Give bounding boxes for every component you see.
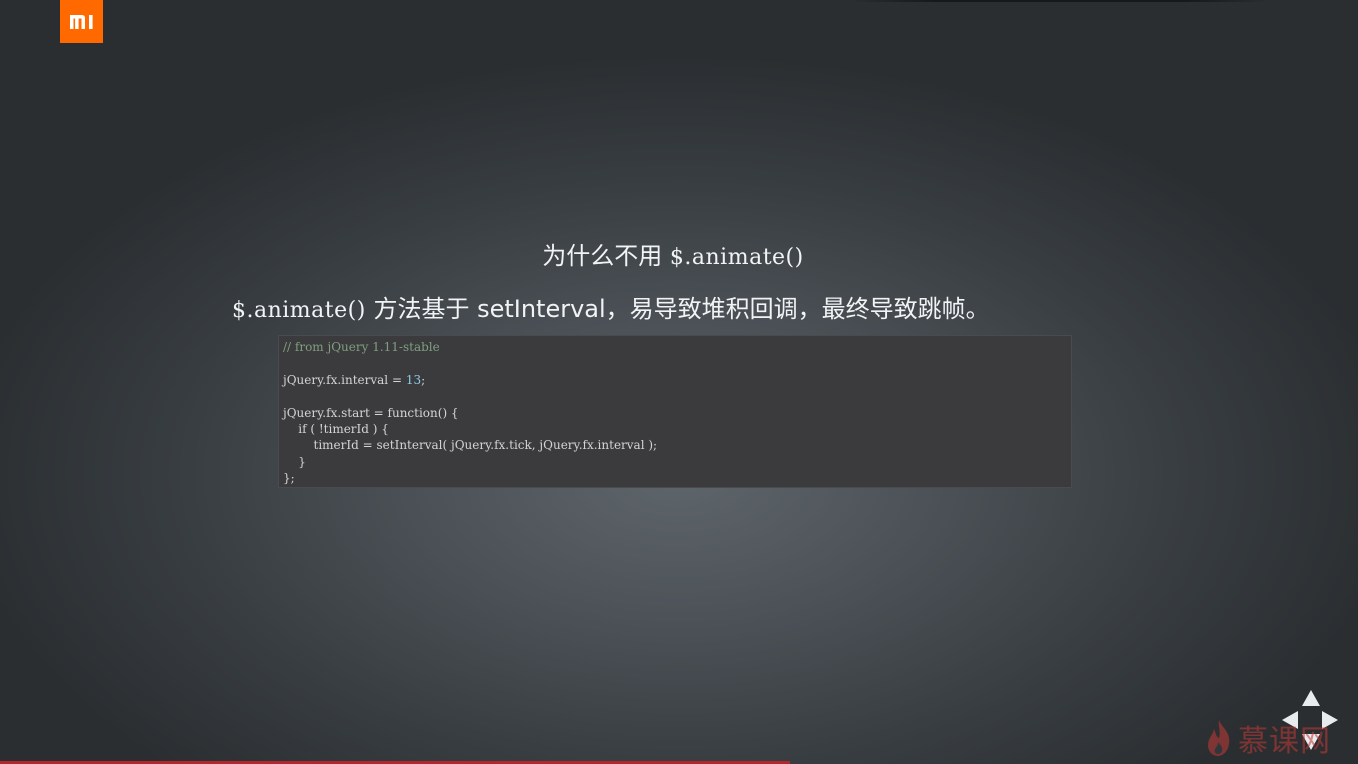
watermark: 慕课网: [1204, 716, 1331, 760]
code-line-close-fn: };: [283, 471, 295, 486]
code-interval-prefix: jQuery.fx.interval =: [283, 372, 406, 387]
slide-subtitle-text: 方法基于 setInterval，易导致堆积回调，最终导致跳帧。: [365, 295, 990, 323]
slide-subtitle-code: $.animate(): [232, 298, 366, 323]
flame-icon: [1208, 720, 1230, 756]
slide-subtitle: $.animate() 方法基于 setInterval，易导致堆积回调，最终导…: [232, 291, 990, 329]
mi-logo-icon: [60, 0, 103, 43]
code-line-if: if ( !timerId ) {: [283, 421, 389, 436]
code-block: // from jQuery 1.11-stable jQuery.fx.int…: [278, 335, 1072, 488]
code-comment: // from jQuery 1.11-stable: [283, 340, 440, 354]
code-interval-suffix: ;: [421, 372, 426, 387]
code-line-setinterval: timerId = setInterval( jQuery.fx.tick, j…: [283, 438, 658, 453]
top-edge-strip: [850, 0, 1270, 2]
code-interval-value: 13: [405, 372, 422, 387]
code-line-close-if: }: [283, 454, 306, 469]
slide-title: 为什么不用 $.animate(): [0, 238, 1346, 276]
code-line-start: jQuery.fx.start = function() {: [283, 405, 459, 420]
code-line-interval: jQuery.fx.interval = 13;: [283, 372, 1071, 388]
slide-title-text: 为什么不用: [542, 242, 670, 270]
watermark-text: 慕课网: [1238, 724, 1331, 759]
slide-title-code: $.animate(): [669, 245, 804, 270]
arrow-up-icon[interactable]: [1302, 690, 1320, 706]
